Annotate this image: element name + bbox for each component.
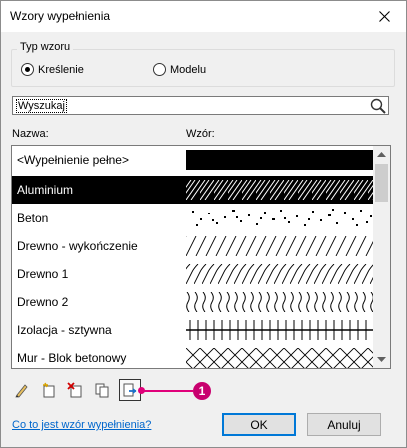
export-pattern-button[interactable]	[119, 379, 141, 401]
list-item[interactable]: Drewno - wykończenie	[12, 232, 374, 260]
list-item[interactable]: Drewno 1	[12, 260, 374, 288]
radio-drafting[interactable]: Kreślenie	[21, 63, 84, 76]
callout-badge: 1	[193, 382, 211, 400]
pencil-icon	[15, 384, 28, 398]
pattern-list[interactable]: <Wypełnienie pełne> Aluminium Beton Drew…	[11, 145, 391, 369]
pattern-swatch-solid	[186, 150, 374, 170]
radio-drafting-indicator	[21, 63, 34, 76]
list-item-name: Drewno 2	[17, 295, 69, 309]
scroll-up-button[interactable]	[373, 146, 390, 163]
help-link[interactable]: Co to jest wzór wypełnienia?	[12, 419, 151, 431]
cancel-button[interactable]: Anuluj	[307, 413, 381, 436]
list-item-name: Mur - Blok betonowy	[17, 351, 127, 365]
list-item-name: Drewno 1	[17, 267, 69, 281]
search-input[interactable]: Wyszukaj	[16, 99, 67, 113]
scroll-thumb[interactable]	[375, 164, 388, 202]
close-button[interactable]	[362, 1, 406, 32]
radio-drafting-label: Kreślenie	[38, 63, 84, 76]
list-item[interactable]: <Wypełnienie pełne>	[12, 146, 374, 174]
column-header-name: Nazwa:	[12, 128, 49, 140]
pattern-swatch-wood-1	[186, 264, 374, 284]
radio-model-label: Modelu	[170, 63, 207, 76]
window-title: Wzory wypełnienia	[10, 9, 111, 23]
list-item-name: Drewno - wykończenie	[17, 239, 138, 253]
pattern-swatch-concrete-block	[186, 348, 374, 368]
pattern-type-legend: Typ wzoru	[17, 41, 74, 53]
radio-model[interactable]: Modelu	[153, 63, 206, 76]
new-pattern-button[interactable]	[39, 380, 59, 400]
pattern-swatch-wood-finish	[186, 236, 374, 256]
list-item[interactable]: Beton	[12, 204, 374, 232]
delete-pattern-icon	[67, 382, 82, 398]
close-icon	[378, 11, 390, 22]
pattern-swatch-wood-2	[186, 292, 374, 312]
new-pattern-icon	[43, 382, 55, 398]
list-scrollbar[interactable]	[373, 146, 390, 368]
duplicate-pattern-icon	[95, 383, 109, 398]
ok-button[interactable]: OK	[222, 413, 296, 436]
list-item-name: Aluminium	[17, 183, 74, 197]
callout-anchor	[138, 387, 145, 394]
list-item[interactable]: Mur - Blok betonowy	[12, 344, 374, 368]
edit-pattern-button[interactable]	[12, 380, 32, 400]
list-item[interactable]: Izolacja - sztywna	[12, 316, 374, 344]
delete-pattern-button[interactable]	[65, 380, 85, 400]
chevron-up-icon	[377, 152, 386, 157]
list-item[interactable]: Aluminium	[12, 176, 374, 204]
duplicate-pattern-button[interactable]	[92, 380, 112, 400]
list-item-name: Beton	[17, 211, 49, 225]
search-field[interactable]: Wyszukaj	[12, 96, 389, 115]
title-bar: Wzory wypełnienia	[1, 1, 406, 32]
export-pattern-icon	[123, 383, 137, 397]
radio-model-indicator	[153, 63, 166, 76]
search-icon[interactable]	[368, 96, 388, 115]
callout-line	[141, 390, 193, 392]
pattern-swatch-rigid-insulation	[186, 320, 374, 340]
list-item-name: <Wypełnienie pełne>	[17, 153, 129, 167]
list-item-name: Izolacja - sztywna	[17, 323, 112, 337]
list-item[interactable]: Drewno 2	[12, 288, 374, 316]
fill-patterns-dialog: Wzory wypełnienia Typ wzoru Kreślenie Mo…	[0, 0, 407, 448]
scroll-down-button[interactable]	[373, 351, 390, 368]
pattern-swatch-concrete	[192, 209, 372, 226]
pattern-swatch-aluminium	[186, 180, 374, 200]
column-header-pattern: Wzór:	[186, 128, 215, 140]
chevron-down-icon	[377, 357, 386, 362]
